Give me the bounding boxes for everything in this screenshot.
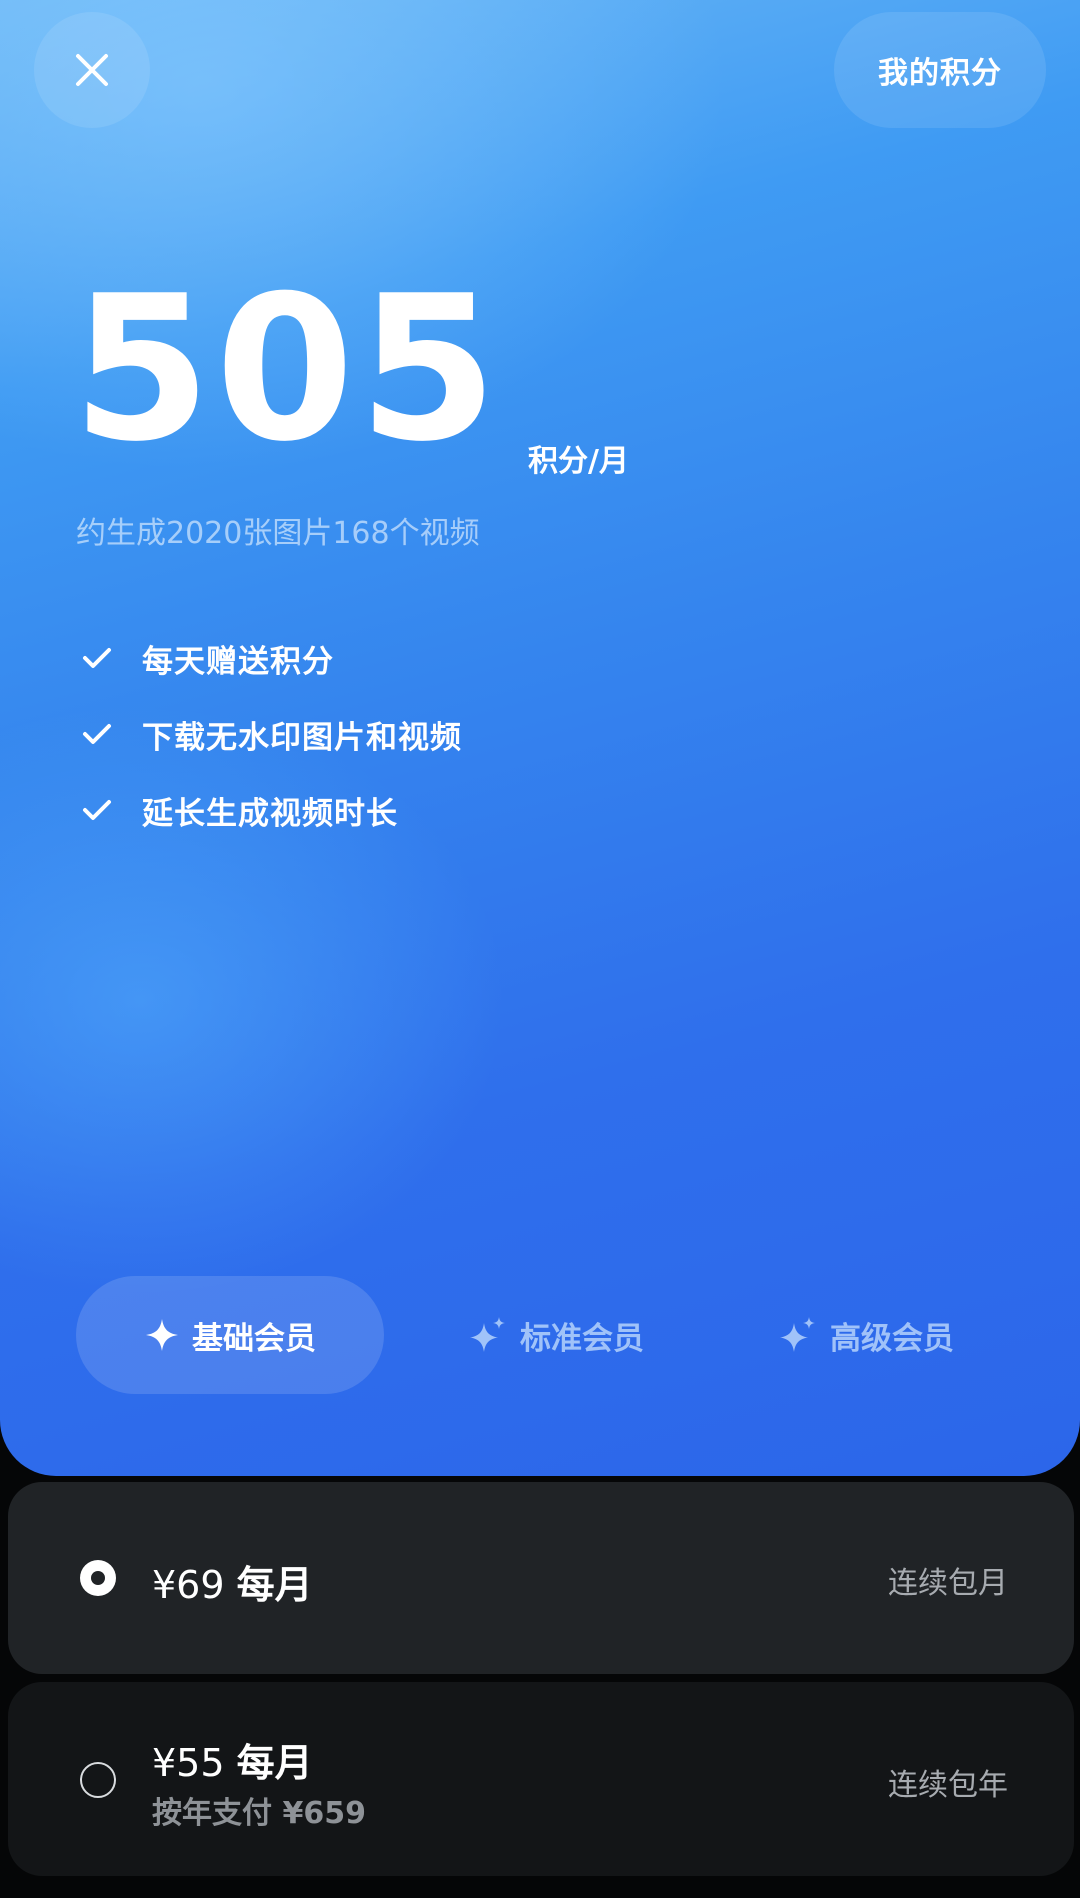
feature-item: 每天赠送积分 [80,620,462,696]
plan-price: ¥69 每月 [152,1554,313,1609]
price-amount: ¥55 [152,1741,225,1785]
sparkle-icon [780,1317,815,1352]
feature-label: 延长生成视频时长 [142,795,398,832]
tab-label: 高级会员 [830,1320,954,1357]
price-amount: ¥69 [152,1563,225,1607]
feature-item: 下载无水印图片和视频 [80,696,462,772]
feature-label: 每天赠送积分 [142,643,334,680]
tab-label: 基础会员 [192,1320,316,1357]
points-unit: 积分/月 [528,444,629,479]
tab-standard-member[interactable]: 标准会员 [436,1276,676,1394]
membership-hero: 我的积分 505 积分/月 约生成2020张图片168个视频 每天赠送积分 下载… [0,0,1080,1476]
tier-tabs: 基础会员 标准会员 高级会员 [76,1276,1016,1394]
tab-label: 标准会员 [520,1320,644,1357]
tab-basic-member[interactable]: 基础会员 [76,1276,384,1394]
close-icon [76,54,108,86]
my-points-button[interactable]: 我的积分 [834,12,1046,128]
plan-type-label: 连续包年 [888,1768,1008,1803]
feature-label: 下载无水印图片和视频 [142,719,462,756]
plan-annual-note: 按年支付 ¥659 [152,1796,366,1831]
close-button[interactable] [34,12,150,128]
sparkle-icon [470,1317,505,1352]
feature-item: 延长生成视频时长 [80,772,462,848]
points-estimate: 约生成2020张图片168个视频 [76,516,480,551]
sparkle-icon [146,1319,178,1351]
price-period: 每月 [236,1563,313,1607]
check-icon [83,648,111,668]
plan-option-monthly[interactable]: ¥69 每月 连续包月 [8,1482,1074,1674]
check-icon [83,724,111,744]
plan-option-yearly[interactable]: ¥55 每月 按年支付 ¥659 连续包年 [8,1682,1074,1876]
plan-price: ¥55 每月 [152,1732,313,1787]
price-period: 每月 [236,1741,313,1785]
radio-unselected[interactable] [80,1762,116,1798]
check-icon [83,800,111,820]
points-value: 505 [72,253,502,486]
tab-premium-member[interactable]: 高级会员 [746,1276,986,1394]
radio-selected[interactable] [80,1560,116,1596]
feature-list: 每天赠送积分 下载无水印图片和视频 延长生成视频时长 [80,620,462,848]
plan-type-label: 连续包月 [888,1566,1008,1601]
